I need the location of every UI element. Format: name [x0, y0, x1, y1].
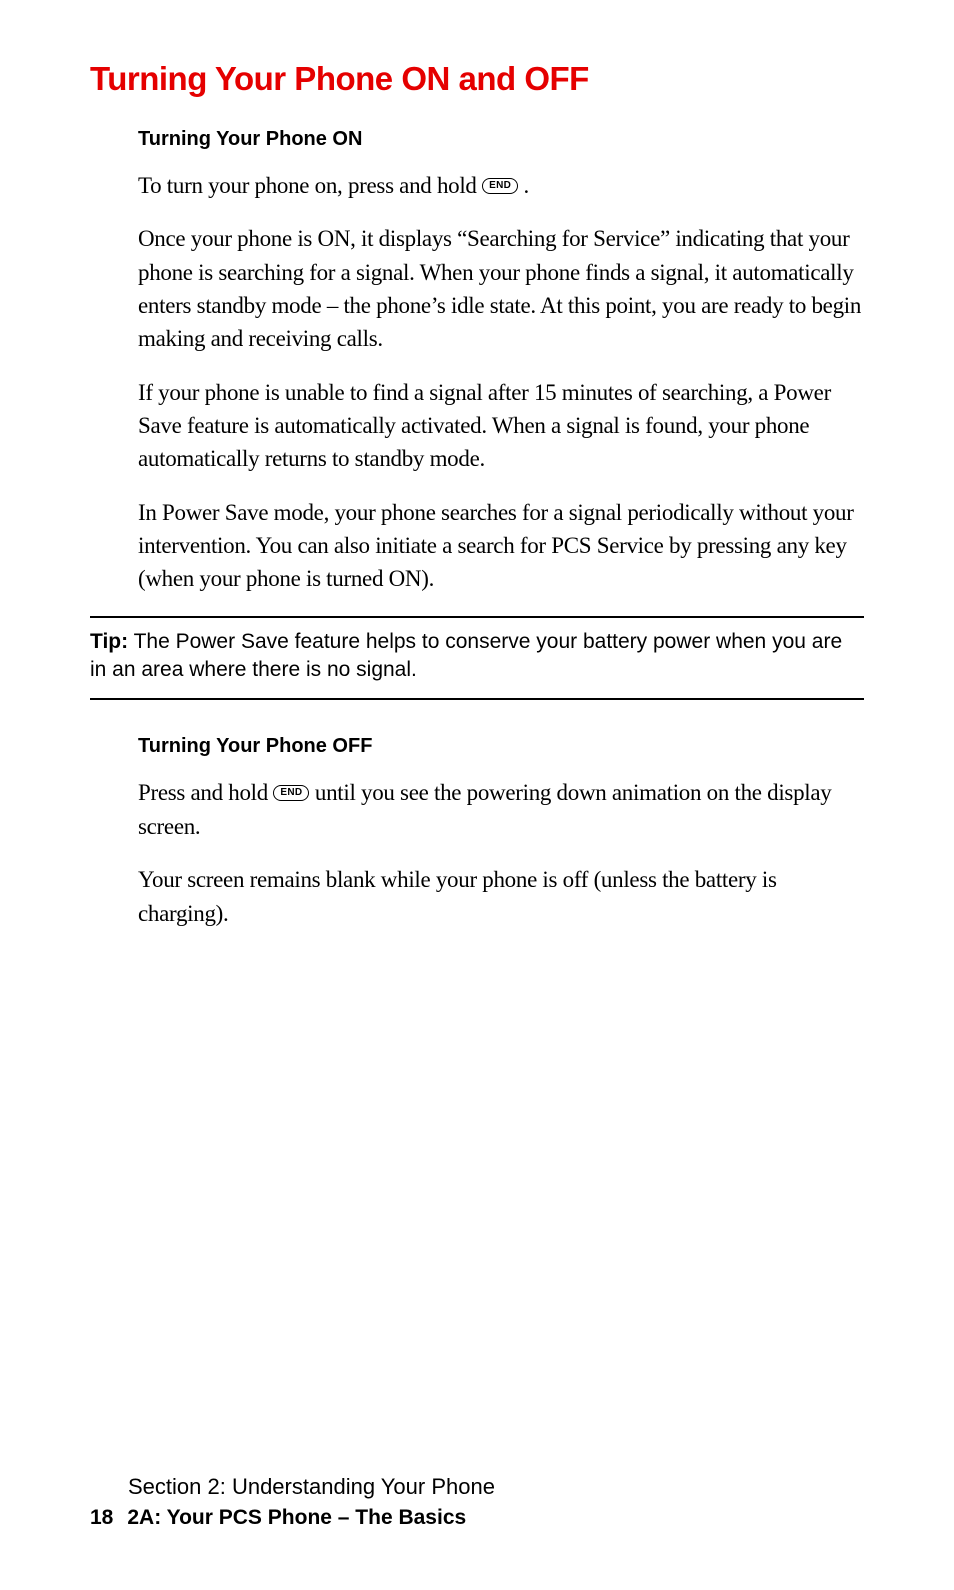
- section-off: Turning Your Phone OFF Press and hold EN…: [90, 735, 864, 929]
- tip-box: Tip: The Power Save feature helps to con…: [90, 616, 864, 701]
- section-on-para4: In Power Save mode, your phone searches …: [138, 496, 864, 596]
- tip-label: Tip:: [90, 630, 128, 653]
- section-on-title: Turning Your Phone ON: [138, 128, 864, 151]
- footer-section-line: Section 2: Understanding Your Phone: [90, 1474, 495, 1500]
- section-on-para3: If your phone is unable to find a signal…: [138, 376, 864, 476]
- footer-chapter-line: 18 2A: Your PCS Phone – The Basics: [90, 1506, 495, 1530]
- page-heading: Turning Your Phone ON and OFF: [90, 60, 864, 98]
- end-key-icon: END: [482, 178, 518, 194]
- page-footer: Section 2: Understanding Your Phone 18 2A…: [90, 1474, 495, 1530]
- section-on-intro: To turn your phone on, press and hold EN…: [138, 169, 864, 202]
- intro-text-post: .: [518, 173, 529, 198]
- intro-text-pre: To turn your phone on, press and hold: [138, 173, 482, 198]
- end-key-icon: END: [273, 785, 309, 801]
- section-off-para1: Press and hold END until you see the pow…: [138, 776, 864, 843]
- section-on: Turning Your Phone ON To turn your phone…: [90, 128, 864, 596]
- off-para1-pre: Press and hold: [138, 780, 273, 805]
- page-number: 18: [90, 1506, 113, 1530]
- section-on-para2: Once your phone is ON, it displays “Sear…: [138, 222, 864, 355]
- section-off-title: Turning Your Phone OFF: [138, 735, 864, 758]
- section-off-para2: Your screen remains blank while your pho…: [138, 863, 864, 930]
- tip-text: The Power Save feature helps to conserve…: [90, 630, 842, 681]
- footer-chapter: 2A: Your PCS Phone – The Basics: [127, 1506, 466, 1529]
